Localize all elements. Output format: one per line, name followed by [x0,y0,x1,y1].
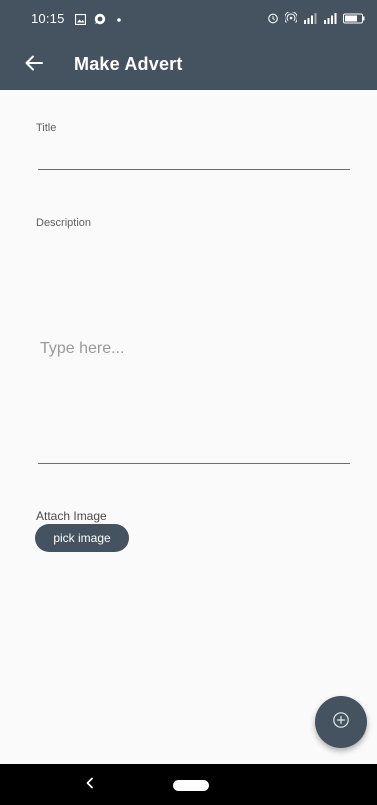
app-bar: Make Advert [0,40,377,90]
status-right-icons [267,11,365,29]
alarm-icon [267,11,279,29]
page-title: Make Advert [74,54,183,74]
status-time: 10:15 [31,11,65,26]
title-input[interactable] [38,138,350,170]
title-label: Title [36,122,57,134]
arrow-left-icon [25,55,43,76]
description-label: Description [36,217,92,229]
make-advert-screen: 10:15 Make Advert Title Description Type… [0,0,377,805]
signal-icon [303,11,317,29]
image-icon [74,12,87,30]
hotspot-icon [284,11,298,29]
back-button[interactable] [20,52,48,78]
status-left-icons [74,12,124,30]
home-pill-icon[interactable] [173,780,209,791]
status-bar: 10:15 [0,0,377,40]
submit-fab-button[interactable] [315,696,367,748]
system-nav-bar [0,764,377,805]
description-input[interactable] [38,236,350,464]
dot-icon [114,12,124,30]
whatsapp-icon [94,12,106,30]
pick-image-button[interactable]: pick image [35,524,129,552]
attach-image-label: Attach Image [36,509,107,523]
chevron-left-icon [85,776,95,794]
battery-icon [343,11,365,29]
add-circle-icon [332,711,350,734]
signal-icon [323,11,337,29]
nav-back-button[interactable] [80,775,100,795]
